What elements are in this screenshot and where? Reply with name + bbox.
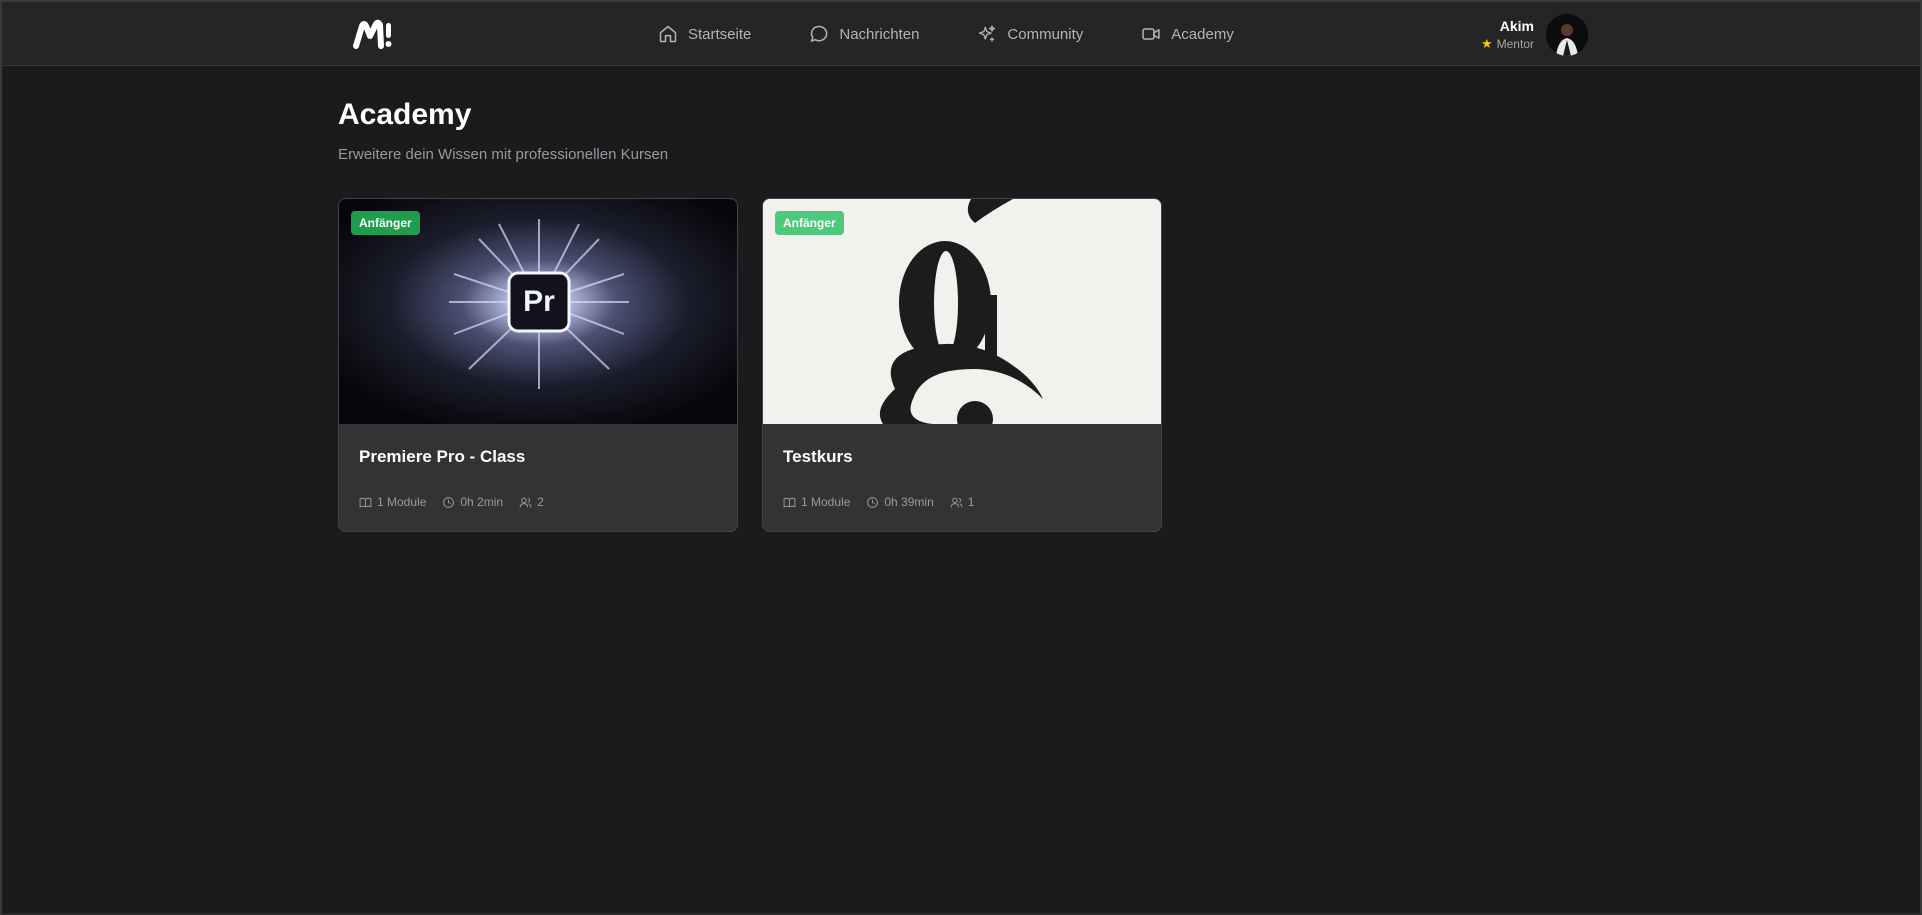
page-subtitle: Erweitere dein Wissen mit professionelle…: [338, 146, 669, 163]
course-meta: 1 Module 0h 39min 1: [783, 495, 974, 509]
user-role: ★ Mentor: [1481, 35, 1534, 53]
book-icon: [359, 497, 372, 508]
course-card-testkurs[interactable]: g Anfänger Testkurs 1 Module 0h 39min 1: [762, 198, 1162, 532]
chat-bubble-icon: [809, 24, 829, 44]
course-duration: 0h 39min: [866, 495, 934, 509]
course-duration: 0h 2min: [442, 495, 503, 509]
modules-count: 1 Module: [359, 495, 426, 509]
clock-icon: [443, 496, 455, 508]
nav-label-community: Community: [1007, 25, 1084, 43]
book-icon: [783, 497, 796, 508]
nav-item-nachrichten[interactable]: Nachrichten: [809, 2, 919, 66]
user-role-label: Mentor: [1496, 37, 1534, 51]
logo-m-icon: [353, 19, 392, 49]
star-icon: ★: [1480, 36, 1493, 51]
participants-label: 2: [537, 495, 544, 509]
nav-label-nachrichten: Nachrichten: [839, 25, 920, 43]
avatar[interactable]: [1546, 14, 1588, 56]
modules-label: 1 Module: [377, 495, 427, 509]
user-info: Akim ★ Mentor: [1481, 17, 1534, 53]
participants-label: 1: [967, 495, 975, 509]
user-name: Akim: [1499, 18, 1534, 34]
duration-label: 0h 2min: [460, 495, 504, 509]
user-menu[interactable]: Akim ★ Mentor: [1481, 14, 1588, 56]
home-icon: [658, 24, 678, 44]
course-meta: 1 Module 0h 2min 2: [359, 495, 544, 509]
duration-label: 0h 39min: [884, 495, 934, 509]
participants-count: 2: [519, 495, 544, 509]
page-title: Academy: [338, 98, 472, 131]
course-title: Premiere Pro - Class: [359, 447, 526, 466]
top-navigation-bar: Startseite Nachrichten Community Academy…: [2, 2, 1920, 66]
level-badge: Anfänger: [775, 211, 844, 235]
users-icon: [950, 497, 963, 507]
nav-item-startseite[interactable]: Startseite: [658, 2, 751, 66]
level-badge: Anfänger: [351, 211, 420, 235]
main-nav: Startseite Nachrichten Community Academy: [658, 2, 1234, 66]
users-icon: [519, 497, 532, 507]
app-logo[interactable]: [352, 16, 394, 54]
sparkles-icon: [977, 24, 997, 44]
nav-label-startseite: Startseite: [688, 25, 752, 43]
modules-label: 1 Module: [801, 495, 851, 509]
modules-count: 1 Module: [783, 495, 850, 509]
course-title: Testkurs: [783, 447, 853, 466]
premiere-pro-logo-text: Pr: [523, 285, 555, 318]
nav-item-community[interactable]: Community: [977, 2, 1083, 66]
nav-item-academy[interactable]: Academy: [1141, 2, 1234, 66]
video-camera-icon: [1141, 24, 1161, 44]
participants-count: 1: [950, 495, 975, 509]
nav-label-academy: Academy: [1171, 25, 1234, 43]
clock-icon: [867, 496, 879, 508]
course-card-premiere-pro[interactable]: Pr Anfänger Premiere Pro - Class 1 Modul…: [338, 198, 738, 532]
